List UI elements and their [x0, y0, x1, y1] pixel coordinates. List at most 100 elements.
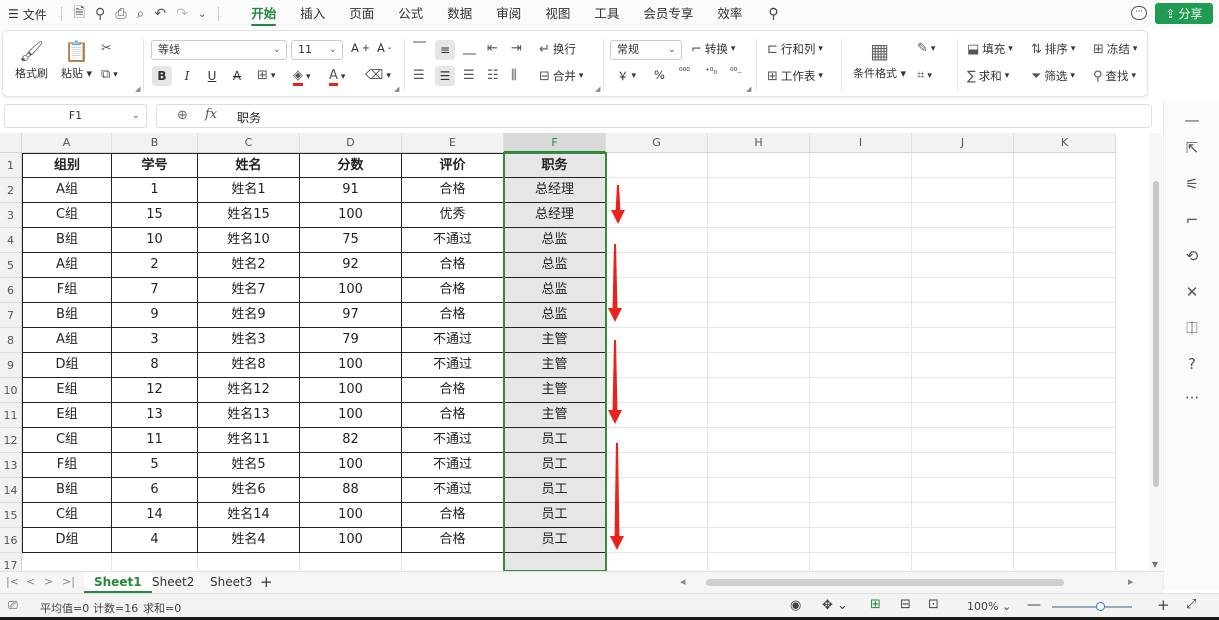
column-header-D[interactable]: D	[300, 133, 402, 153]
percent-button[interactable]: %	[654, 68, 665, 82]
table-cell[interactable]: 合格	[402, 378, 504, 403]
table-cell[interactable]: 10	[112, 228, 198, 253]
table-cell[interactable]: 88	[300, 478, 402, 503]
row-header-8[interactable]: 8	[0, 328, 22, 353]
empty-cell[interactable]	[606, 403, 708, 428]
tab-1[interactable]: 插入	[288, 0, 337, 28]
empty-cell[interactable]	[606, 278, 708, 303]
save-icon[interactable]: 🗎	[74, 2, 85, 26]
empty-cell[interactable]	[708, 303, 810, 328]
table-cell[interactable]: 主管	[504, 328, 606, 353]
table-cell[interactable]: 主管	[504, 353, 606, 378]
table-cell[interactable]: 1	[112, 178, 198, 203]
empty-cell[interactable]	[912, 228, 1014, 253]
table-cell[interactable]: 主管	[504, 378, 606, 403]
row-header-3[interactable]: 3	[0, 203, 22, 228]
tab-5[interactable]: 审阅	[484, 0, 533, 28]
wrap-text-button[interactable]: ↵ 换行	[539, 41, 576, 57]
table-cell[interactable]: 100	[300, 353, 402, 378]
distributed-align-icon[interactable]: ⫼	[511, 68, 517, 83]
empty-cell[interactable]	[912, 303, 1014, 328]
table-cell[interactable]: 6	[112, 478, 198, 503]
empty-cell[interactable]	[606, 453, 708, 478]
empty-cell[interactable]	[606, 478, 708, 503]
table-cell[interactable]: 3	[112, 328, 198, 353]
table-cell[interactable]: 不通过	[402, 478, 504, 503]
empty-cell[interactable]	[606, 528, 708, 553]
empty-cell[interactable]	[708, 553, 810, 571]
empty-cell[interactable]	[912, 528, 1014, 553]
empty-cell[interactable]	[810, 153, 912, 178]
border-button[interactable]: ⊞ ▾	[257, 68, 275, 83]
column-header-K[interactable]: K	[1014, 133, 1116, 153]
scroll-down-icon[interactable]: ▼	[1152, 560, 1158, 569]
table-cell[interactable]: 姓名14	[198, 503, 300, 528]
table-cell[interactable]: 姓名12	[198, 378, 300, 403]
table-cell[interactable]: 79	[300, 328, 402, 353]
cell-size-button[interactable]: ⌗ ▾	[917, 68, 932, 83]
empty-cell[interactable]	[810, 478, 912, 503]
table-cell[interactable]: 7	[112, 278, 198, 303]
table-cell[interactable]: 15	[112, 203, 198, 228]
tab-0[interactable]: 开始	[239, 0, 288, 28]
table-cell[interactable]: 总监	[504, 253, 606, 278]
last-sheet-icon[interactable]: >|	[62, 575, 75, 588]
print-icon[interactable]: ⎙	[115, 6, 126, 22]
empty-cell[interactable]	[912, 353, 1014, 378]
align-center-icon[interactable]: ☰	[435, 66, 455, 86]
paste-button[interactable]: 📋 粘贴 ▾	[61, 39, 92, 81]
thousands-separator-icon[interactable]: ⁰⁰⁰	[679, 67, 690, 77]
merge-button[interactable]: ⊟ 合并 ▾	[539, 68, 583, 84]
fullscreen-icon[interactable]: ⤢	[1186, 597, 1196, 612]
table-cell[interactable]: 4	[112, 528, 198, 553]
table-cell[interactable]: B组	[22, 228, 112, 253]
table-cell[interactable]: A组	[22, 178, 112, 203]
empty-cell[interactable]	[606, 153, 708, 178]
empty-cell[interactable]	[606, 353, 708, 378]
table-cell[interactable]: 100	[300, 528, 402, 553]
empty-cell[interactable]	[1014, 303, 1116, 328]
empty-cell[interactable]	[810, 553, 912, 571]
empty-cell[interactable]	[708, 378, 810, 403]
empty-cell[interactable]	[708, 353, 810, 378]
empty-cell[interactable]	[708, 428, 810, 453]
next-sheet-icon[interactable]: >	[44, 575, 53, 588]
scrollbar-thumb[interactable]	[1153, 181, 1159, 487]
table-cell[interactable]: 合格	[402, 278, 504, 303]
table-cell[interactable]: 姓名1	[198, 178, 300, 203]
zoom-out-icon[interactable]: —	[1027, 597, 1041, 613]
table-cell[interactable]: 82	[300, 428, 402, 453]
settings-sliders-icon[interactable]: ⚟	[1182, 174, 1202, 194]
search-icon[interactable]: ⚲	[768, 6, 778, 22]
fill-color-button[interactable]: ◈ ▾	[293, 68, 311, 86]
table-cell[interactable]: 合格	[402, 503, 504, 528]
table-cell[interactable]: 14	[112, 503, 198, 528]
empty-cell[interactable]	[1014, 503, 1116, 528]
prev-sheet-icon[interactable]: <	[26, 575, 35, 588]
dialog-launcher-icon[interactable]: ◢	[746, 85, 751, 93]
find-button[interactable]: ⚲ 查找 ▾	[1093, 68, 1136, 84]
table-cell[interactable]: D组	[22, 353, 112, 378]
empty-cell[interactable]	[708, 328, 810, 353]
tab-9[interactable]: 效率	[705, 0, 754, 28]
empty-cell[interactable]	[606, 228, 708, 253]
table-cell[interactable]: 总经理	[504, 203, 606, 228]
table-cell[interactable]: 9	[112, 303, 198, 328]
align-bottom-icon[interactable]: ⎽	[463, 41, 476, 56]
formula-input[interactable]: ⊕ fx 职务	[156, 104, 1152, 128]
filter-button[interactable]: ⏷ 筛选 ▾	[1031, 68, 1075, 84]
align-top-icon[interactable]: ⎺	[413, 41, 426, 56]
empty-cell[interactable]	[912, 203, 1014, 228]
recovery-icon[interactable]: ⟲	[1182, 246, 1202, 266]
cut-icon[interactable]: ✂	[101, 41, 112, 56]
row-header-6[interactable]: 6	[0, 278, 22, 303]
row-header-9[interactable]: 9	[0, 353, 22, 378]
empty-cell[interactable]	[810, 178, 912, 203]
table-cell[interactable]: 优秀	[402, 203, 504, 228]
convert-button[interactable]: ⌐ 转换 ▾	[691, 41, 735, 57]
table-cell[interactable]: 姓名15	[198, 203, 300, 228]
empty-cell[interactable]	[810, 378, 912, 403]
row-header-2[interactable]: 2	[0, 178, 22, 203]
empty-cell[interactable]	[912, 178, 1014, 203]
row-header-4[interactable]: 4	[0, 228, 22, 253]
